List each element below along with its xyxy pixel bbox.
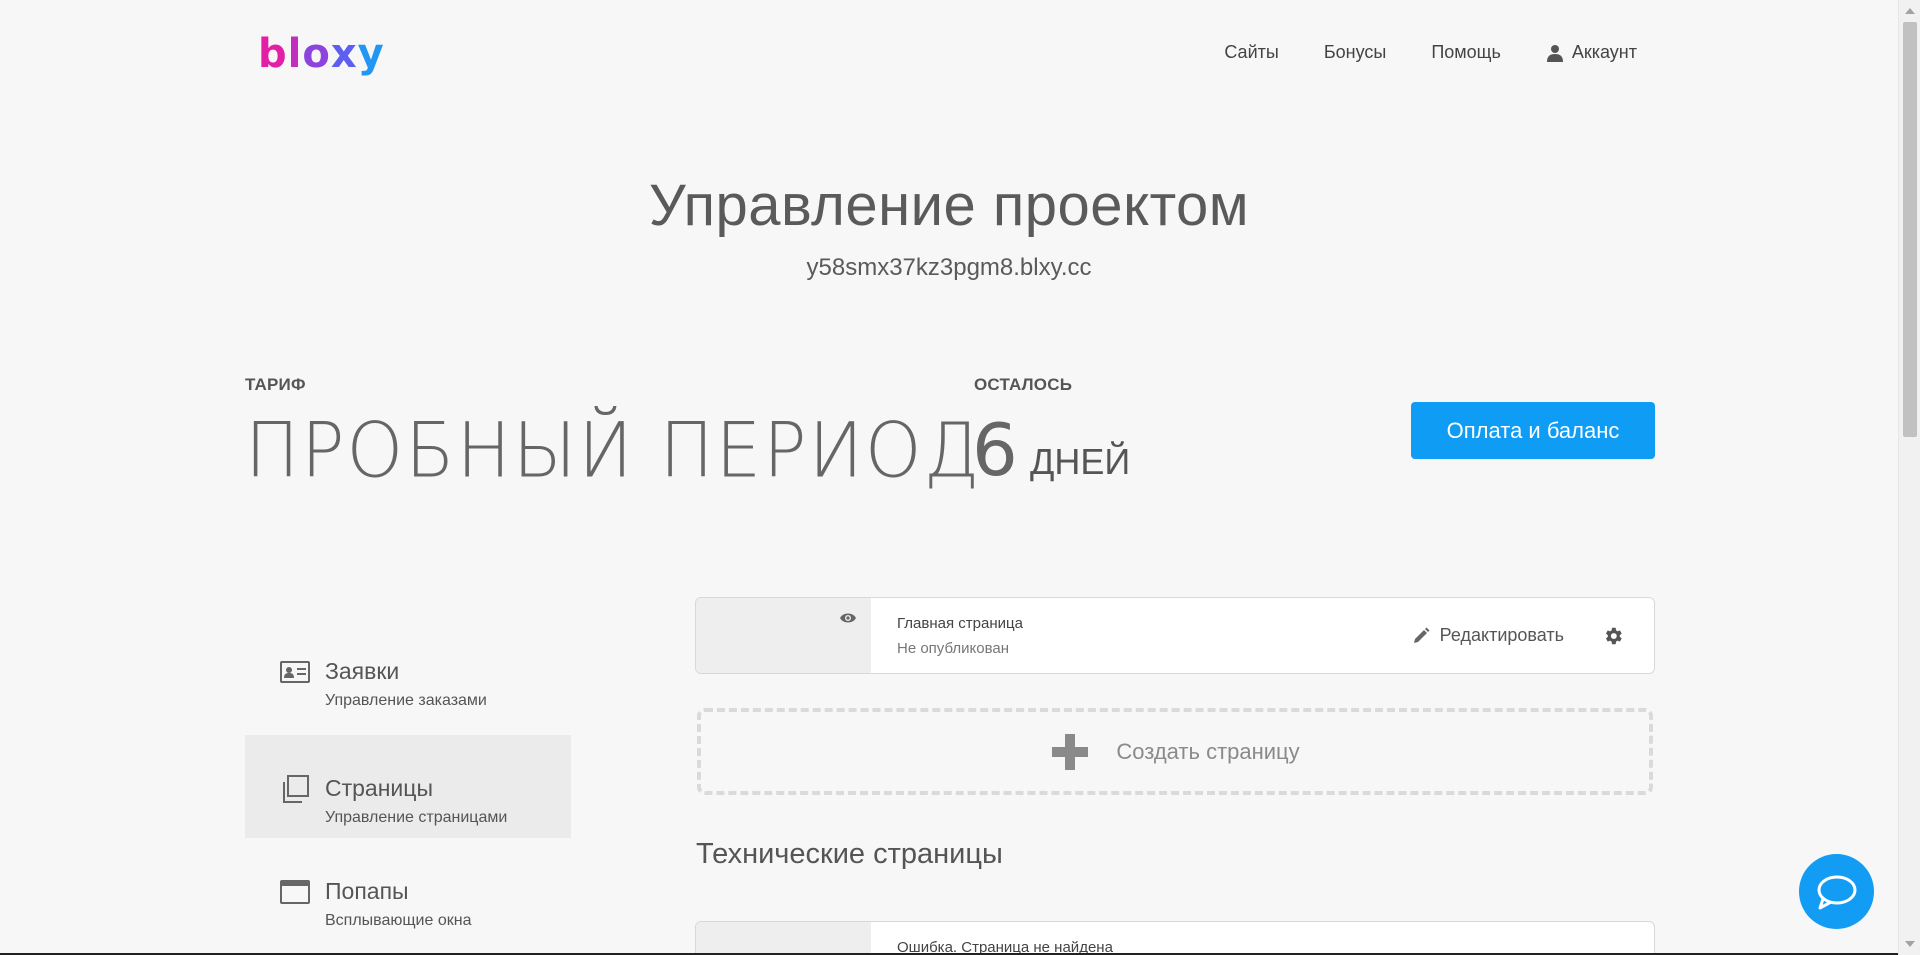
gear-icon[interactable] (1602, 625, 1624, 647)
create-page-button[interactable]: Создать страницу (697, 708, 1653, 795)
nav-sites[interactable]: Сайты (1224, 42, 1278, 63)
sidebar-item-pages[interactable]: Страницы Управление страницами (245, 735, 571, 838)
nav-help[interactable]: Помощь (1431, 42, 1501, 63)
page-title: Управление проектом (648, 173, 1250, 238)
chat-bubble-icon (1817, 875, 1856, 909)
technical-page-card[interactable]: Ошибка. Страница не найдена (695, 921, 1655, 955)
nav-account[interactable]: Аккаунт (1546, 42, 1637, 63)
chat-button[interactable] (1799, 854, 1874, 929)
edit-label: Редактировать (1439, 625, 1564, 645)
scrollbar[interactable] (1898, 0, 1920, 955)
sidebar-item-requests[interactable]: Заявки Управление заказами (245, 618, 571, 721)
remaining-days-unit: ДНЕЙ (1030, 441, 1131, 482)
page-card[interactable]: Главная страница Не опубликован Редактир… (695, 597, 1655, 674)
sidebar-item-label: Попапы (325, 878, 409, 904)
nav-account-label: Аккаунт (1571, 42, 1637, 62)
scrollbar-thumb[interactable] (1903, 22, 1917, 437)
page-thumbnail[interactable] (696, 598, 871, 673)
nav-bonuses[interactable]: Бонусы (1324, 42, 1387, 63)
sidebar-item-popups[interactable]: Попапы Всплывающие окна (245, 838, 571, 941)
user-icon (1546, 44, 1563, 62)
sidebar-item-desc: Всплывающие окна (325, 912, 472, 929)
payment-balance-button[interactable]: Оплата и баланс (1411, 402, 1655, 459)
tariff-value: ПРОБНЫЙ ПЕРИОД (245, 405, 982, 495)
sidebar-item-desc: Управление заказами (325, 692, 487, 709)
project-domain[interactable]: y58smx37kz3pgm8.blxy.cc (0, 254, 1898, 282)
top-nav: Сайты Бонусы Помощь Аккаунт (1224, 42, 1637, 63)
window-icon (280, 880, 310, 904)
page-thumbnail[interactable] (696, 922, 871, 955)
page-status: Не опубликован (897, 639, 1010, 657)
sidebar-item-desc: Управление страницами (325, 809, 508, 826)
remaining-label: ОСТАЛОСЬ (974, 375, 1073, 394)
eye-icon[interactable] (839, 611, 857, 625)
scroll-up-arrow[interactable] (1905, 8, 1915, 14)
id-card-icon (280, 661, 310, 683)
tariff-label: ТАРИФ (245, 375, 306, 394)
page: bloxy Сайты Бонусы Помощь Аккаунт Управл… (0, 0, 1920, 955)
pages-icon (283, 775, 309, 803)
bloxy-logo[interactable]: bloxy (258, 34, 385, 74)
pencil-icon (1413, 627, 1430, 643)
scroll-down-arrow[interactable] (1905, 941, 1915, 947)
sidebar-item-label: Заявки (325, 658, 400, 684)
create-page-label: Создать страницу (1116, 738, 1300, 764)
edit-page-button[interactable]: Редактировать (1412, 625, 1564, 646)
technical-pages-title: Технические страницы (696, 838, 1003, 870)
remaining-days-number: 6 (972, 408, 1018, 492)
sidebar-item-label: Страницы (325, 775, 433, 801)
page-name: Главная страница (897, 614, 1023, 632)
plus-icon (1052, 733, 1089, 770)
